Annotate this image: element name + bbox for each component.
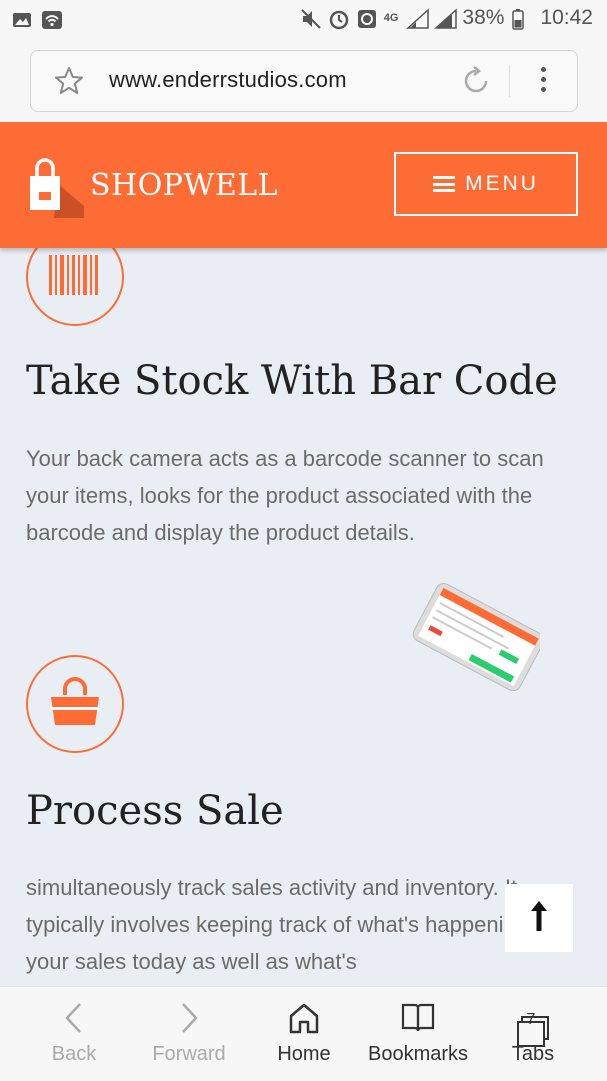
nav-tabs[interactable]: 7 Tabs	[478, 987, 588, 1081]
phone-mockup-image	[400, 581, 545, 692]
feature-title-barcode: Take Stock With Bar Code	[26, 358, 558, 404]
hamburger-icon	[433, 176, 456, 192]
tab-count: 7	[526, 1011, 536, 1028]
arrow-up-icon	[529, 899, 549, 937]
nav-forward-label: Forward	[152, 1043, 226, 1065]
page-content: Take Stock With Bar Code Your back camer…	[0, 248, 607, 986]
feature-icon-circle	[26, 655, 124, 753]
shopping-bag-icon	[49, 677, 101, 731]
status-bar: 4G 38% 10:42	[0, 0, 607, 42]
battery-percent: 38%	[462, 6, 505, 29]
alarm-icon	[328, 8, 348, 30]
nav-back-label: Back	[51, 1043, 97, 1065]
url-text[interactable]: www.enderrstudios.com	[109, 67, 347, 93]
brand-name[interactable]: SHOPWELL	[90, 168, 278, 203]
signal-icon-2	[434, 8, 458, 29]
nav-home[interactable]: Home	[249, 987, 359, 1081]
network-type: 4G	[383, 12, 399, 24]
nav-back[interactable]: Back	[19, 987, 129, 1081]
chevron-left-icon	[65, 1003, 81, 1033]
browser-bottom-nav: Back Forward Home Bookmarks 7 Tabs	[0, 986, 607, 1081]
bookmarks-book-icon	[401, 1003, 435, 1032]
browser-toolbar: www.enderrstudios.com	[0, 42, 607, 122]
feature-icon-circle	[26, 248, 124, 326]
clock: 10:42	[540, 6, 593, 29]
signal-icon	[406, 8, 430, 29]
address-bar[interactable]: www.enderrstudios.com	[30, 50, 578, 112]
feature-title-sale: Process Sale	[26, 788, 284, 834]
more-options-icon[interactable]	[537, 67, 549, 95]
menu-button[interactable]: MENU	[394, 152, 578, 216]
nav-home-label: Home	[277, 1043, 331, 1065]
battery-icon	[512, 8, 532, 30]
mute-icon	[300, 8, 321, 29]
url-separator	[509, 65, 510, 97]
nav-bookmarks-label: Bookmarks	[367, 1043, 469, 1065]
barcode-icon	[49, 255, 101, 299]
feature-text-barcode: Your back camera acts as a barcode scann…	[26, 446, 544, 545]
wifi-icon	[42, 10, 62, 30]
menu-label: MENU	[465, 172, 539, 195]
home-icon	[289, 1003, 319, 1034]
shopping-bag-logo-icon[interactable]	[28, 156, 86, 218]
bookmark-star-icon[interactable]	[53, 65, 85, 97]
tabs-icon: 7	[515, 1001, 551, 1047]
image-notification-icon	[12, 10, 32, 30]
nav-forward[interactable]: Forward	[134, 987, 244, 1081]
site-header: SHOPWELL MENU	[0, 122, 607, 248]
feature-text-sale: simultaneously track sales activity and …	[26, 875, 574, 974]
data-saver-icon	[356, 8, 376, 28]
nav-bookmarks[interactable]: Bookmarks	[363, 987, 473, 1081]
scroll-to-top-button[interactable]	[505, 884, 573, 952]
reload-icon[interactable]	[459, 64, 493, 98]
chevron-right-icon	[182, 1003, 198, 1033]
